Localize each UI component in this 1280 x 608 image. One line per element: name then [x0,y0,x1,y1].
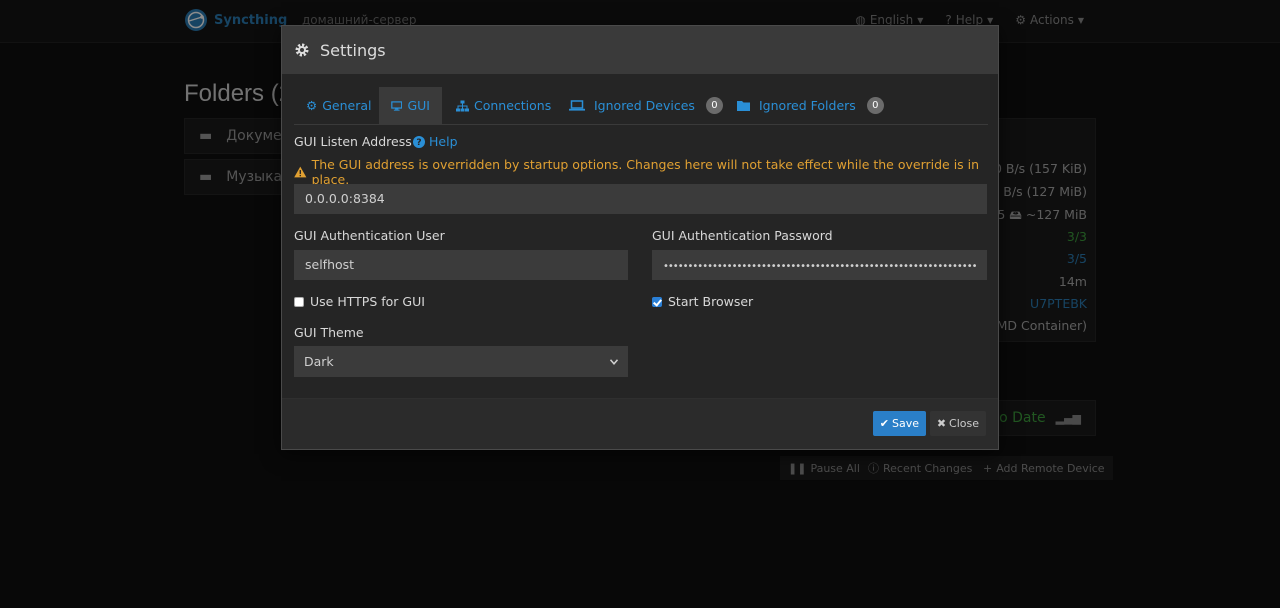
auth-user-input[interactable]: selfhost [294,250,628,280]
tab-connections[interactable]: Connections [444,87,563,124]
tab-label: Ignored Devices [594,98,695,113]
svg-text:?: ? [416,138,421,148]
close-button[interactable]: ✖ Close [929,411,986,436]
tab-ignored-devices[interactable]: Ignored Devices 0 [557,87,735,124]
modal-title: Settings [320,40,386,60]
password-mask: ••••••••••••••••••••••••••••••••••••••••… [663,261,977,272]
start-browser-checkbox[interactable] [652,296,662,307]
settings-tabs: ⚙ General GUI Connections Ignored Device… [294,87,988,125]
gui-theme-value: Dark [304,354,334,369]
tab-label: Connections [474,98,552,113]
use-https-checkbox-row[interactable]: Use HTTPS for GUI [294,294,425,309]
help-link[interactable]: ? Help [413,134,458,149]
settings-modal: Settings ⚙ General GUI Connections Ignor… [281,25,999,450]
override-warning-text: The GUI address is overridden by startup… [311,157,980,187]
chevron-down-icon [610,358,618,365]
modal-header: Settings [282,26,998,74]
tab-label: Ignored Folders [759,98,856,113]
close-icon: ✖ [936,417,947,430]
use-https-checkbox[interactable] [294,296,304,307]
warning-icon [294,166,307,178]
check-icon: ✔ [879,417,889,430]
folder-icon [737,101,750,111]
count-badge: 0 [705,97,723,114]
gui-theme-select[interactable]: Dark [294,346,628,377]
count-badge: 0 [866,97,884,114]
tab-label: General [322,98,372,113]
start-browser-checkbox-row[interactable]: Start Browser [652,294,753,309]
laptop-icon [569,100,585,111]
save-button[interactable]: ✔ Save [872,411,926,436]
gui-listen-address-input[interactable]: 0.0.0.0:8384 [294,184,987,214]
close-button-label: Close [949,417,979,430]
auth-user-label: GUI Authentication User [294,228,445,243]
gear-icon: ⚙ [306,98,318,113]
tab-label: GUI [407,98,430,113]
sitemap-icon [456,100,469,111]
save-button-label: Save [891,417,919,430]
gui-theme-label: GUI Theme [294,325,364,340]
auth-password-label: GUI Authentication Password [652,228,833,243]
desktop-icon [391,100,403,111]
tab-gui[interactable]: GUI [379,87,442,124]
gui-listen-address-label: GUI Listen Address [294,134,412,149]
use-https-label: Use HTTPS for GUI [310,294,425,309]
help-link-label: Help [429,134,458,149]
start-browser-label: Start Browser [668,294,754,309]
tab-general[interactable]: ⚙ General [294,87,383,124]
override-warning: The GUI address is overridden by startup… [294,157,998,187]
gear-icon [295,43,309,57]
auth-password-input[interactable]: ••••••••••••••••••••••••••••••••••••••••… [652,250,987,280]
tab-ignored-folders[interactable]: Ignored Folders 0 [725,87,896,124]
modal-footer: ✔ Save ✖ Close [282,398,998,449]
question-circle-icon: ? [413,135,425,148]
